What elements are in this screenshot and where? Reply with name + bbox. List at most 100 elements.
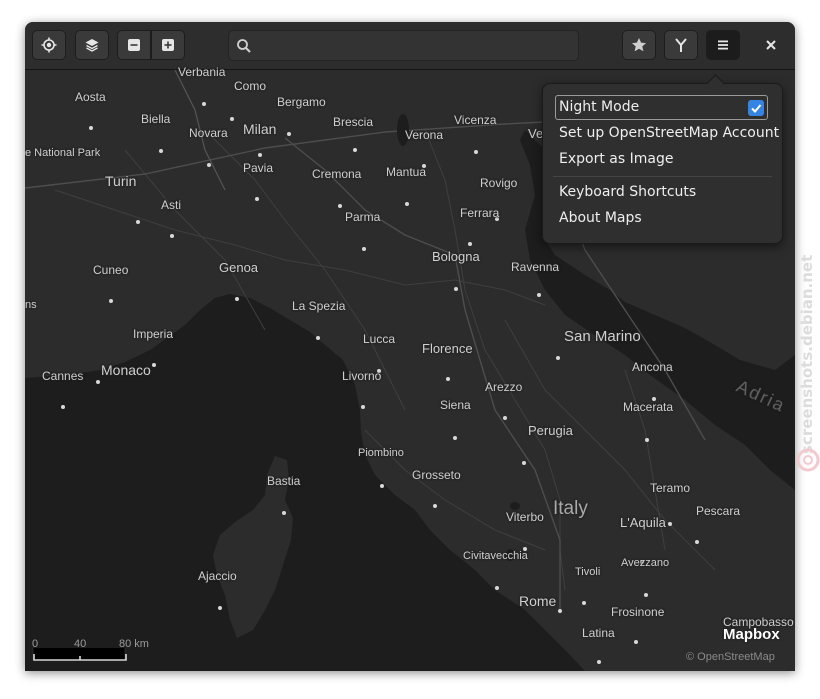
- city-dot: [668, 522, 672, 526]
- city-dot: [433, 504, 437, 508]
- city-label: Livorno: [342, 369, 382, 383]
- country-label: San Marino: [564, 328, 641, 345]
- city-label: Florence: [422, 341, 473, 356]
- zoom-in-button[interactable]: [151, 30, 185, 60]
- city-label: Ravenna: [511, 260, 560, 274]
- city-dot: [316, 336, 320, 340]
- search-field[interactable]: [228, 30, 579, 61]
- menu-item-about[interactable]: About Maps: [559, 210, 642, 226]
- city-label: Verona: [405, 128, 444, 142]
- city-dot: [537, 293, 541, 297]
- attribution-link[interactable]: © OpenStreetMap: [686, 651, 775, 663]
- night-mode-checkbox[interactable]: [748, 100, 764, 116]
- city-label: Ancona: [632, 360, 673, 374]
- zoom-out-button[interactable]: [117, 30, 151, 60]
- city-label: Novara: [189, 126, 228, 140]
- maps-window: Verbania Como Aosta Bergamo Biella Bresc…: [25, 22, 795, 671]
- close-icon: [766, 40, 776, 50]
- city-dot: [556, 356, 560, 360]
- city-label: Parma: [345, 210, 381, 224]
- hamburger-menu-icon: [718, 40, 728, 50]
- park-label: e National Park: [25, 147, 101, 159]
- route-icon: [675, 38, 687, 52]
- city-label: Milan: [243, 121, 277, 137]
- search-input[interactable]: [259, 35, 573, 58]
- city-dot: [597, 660, 601, 664]
- city-dot: [522, 461, 526, 465]
- city-dot: [258, 153, 262, 157]
- city-label: Pavia: [243, 161, 274, 175]
- city-label: Biella: [141, 112, 171, 126]
- debian-swirl-icon: [796, 448, 820, 472]
- city-label: Ajaccio: [198, 569, 237, 583]
- city-label: Siena: [440, 398, 471, 412]
- city-dot: [454, 287, 458, 291]
- city-label: Turin: [105, 173, 137, 189]
- city-label: Bergamo: [277, 95, 326, 109]
- city-label: Teramo: [650, 481, 691, 495]
- star-icon: [632, 38, 646, 52]
- city-dot: [61, 405, 65, 409]
- scale-label-40: 40: [74, 638, 87, 650]
- favorites-button[interactable]: [622, 30, 656, 60]
- city-dot: [362, 247, 366, 251]
- city-label: Brescia: [333, 115, 374, 129]
- scale-label-0: 0: [32, 638, 39, 650]
- zoom-in-icon: [162, 39, 174, 51]
- city-label: Cannes: [42, 369, 84, 383]
- city-dot: [152, 363, 156, 367]
- city-dot: [96, 380, 100, 384]
- city-label: Aosta: [75, 90, 106, 104]
- city-label: Mantua: [386, 165, 427, 179]
- city-label: L'Aquila: [620, 515, 666, 530]
- city-dot: [644, 593, 648, 597]
- city-label: Perugia: [528, 423, 573, 438]
- menu-item-night-mode[interactable]: Night Mode: [559, 99, 639, 115]
- city-label: Bologna: [432, 249, 480, 264]
- main-menu-button[interactable]: [706, 30, 740, 60]
- main-menu-popover: Night Mode Set up OpenStreetMap Account …: [542, 83, 783, 244]
- city-label: Lucca: [363, 332, 396, 346]
- city-dot: [282, 511, 286, 515]
- city-dot: [159, 149, 163, 153]
- city-label: Rovigo: [480, 176, 518, 190]
- route-button[interactable]: [664, 30, 698, 60]
- close-button[interactable]: [754, 30, 788, 60]
- city-dot: [170, 234, 174, 238]
- city-dot: [255, 197, 259, 201]
- menu-item-osm-account[interactable]: Set up OpenStreetMap Account: [559, 125, 779, 141]
- city-label: Ferrara: [460, 206, 500, 220]
- city-dot: [218, 606, 222, 610]
- menu-item-keyboard-shortcuts[interactable]: Keyboard Shortcuts: [559, 184, 696, 200]
- city-label: Ve: [528, 126, 544, 141]
- layers-icon: [85, 39, 99, 52]
- city-dot: [287, 132, 291, 136]
- zoom-out-icon: [128, 39, 140, 51]
- city-label: Vicenza: [454, 113, 497, 127]
- city-label: Cuneo: [93, 263, 129, 277]
- city-dot: [202, 102, 206, 106]
- menu-item-export-image[interactable]: Export as Image: [559, 151, 673, 167]
- mapbox-logo[interactable]: Mapbox: [723, 626, 780, 643]
- city-label: Verbania: [178, 65, 226, 79]
- city-dot: [380, 484, 384, 488]
- city-label: Avezzano: [621, 557, 670, 569]
- city-label: Civitavecchia: [463, 550, 528, 562]
- search-icon: [236, 38, 252, 58]
- city-label: Arezzo: [485, 380, 523, 394]
- city-label: Como: [234, 79, 267, 93]
- city-label: La Spezia: [292, 299, 346, 313]
- city-dot: [109, 299, 113, 303]
- city-label: Pescara: [696, 504, 741, 518]
- locate-button[interactable]: [32, 30, 66, 60]
- city-dot: [645, 438, 649, 442]
- city-dot: [582, 601, 586, 605]
- city-label: Piombino: [358, 447, 404, 459]
- city-dot: [235, 297, 239, 301]
- city-dot: [474, 150, 478, 154]
- city-dot: [230, 117, 234, 121]
- layers-button[interactable]: [75, 30, 109, 60]
- city-dot: [495, 586, 499, 590]
- city-dot: [361, 405, 365, 409]
- country-label: Monaco: [101, 362, 151, 378]
